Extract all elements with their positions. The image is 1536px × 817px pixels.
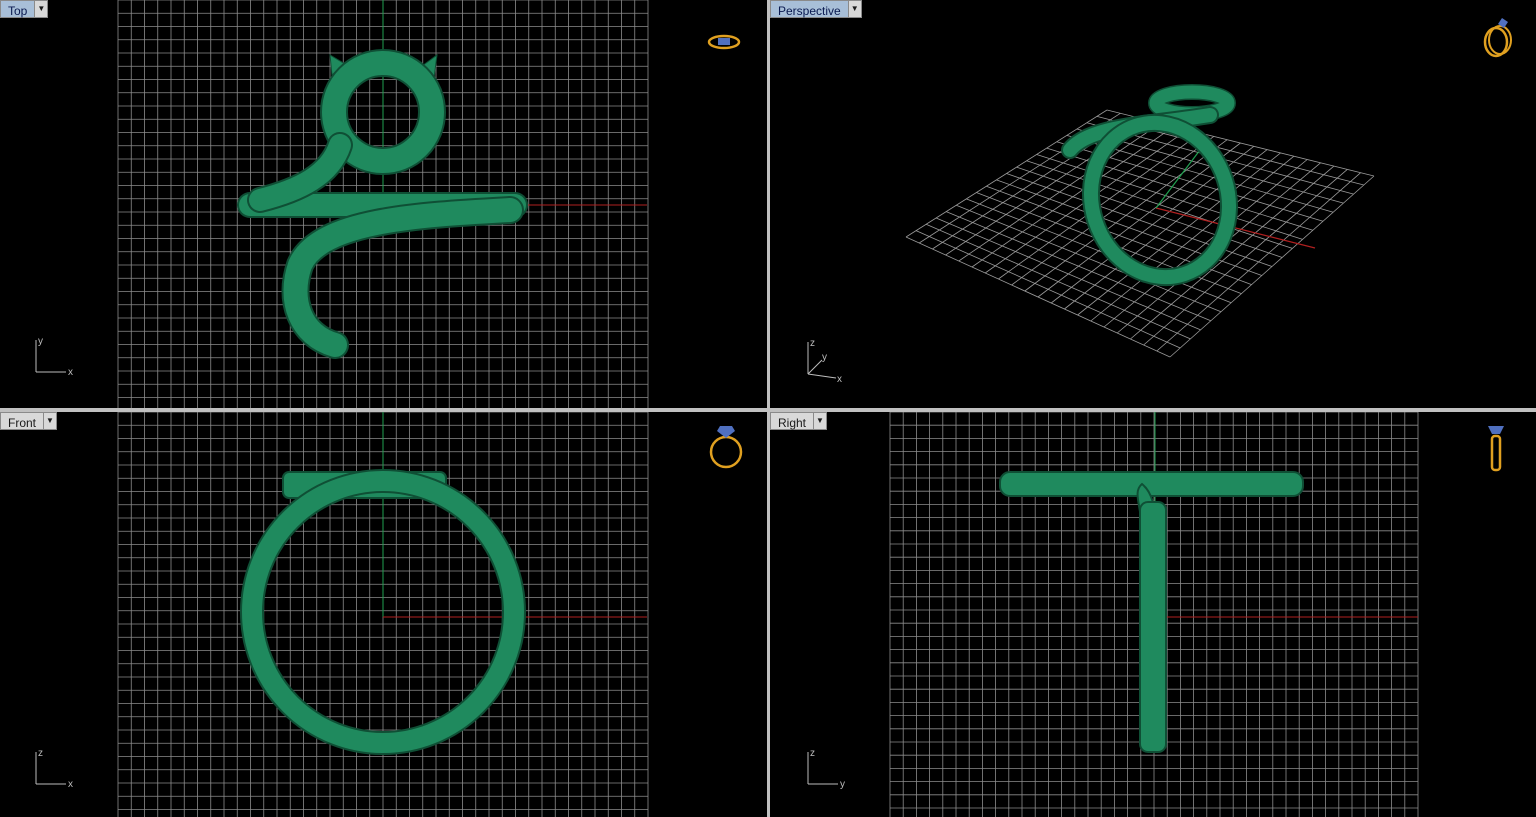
chevron-down-icon: ▼ bbox=[37, 4, 46, 13]
right-viewport-canvas[interactable] bbox=[770, 412, 1536, 817]
viewport-title-tab[interactable]: Front ▼ bbox=[0, 412, 58, 430]
chevron-down-icon: ▼ bbox=[46, 416, 54, 425]
axis-indicator: z x bbox=[32, 746, 82, 793]
front-viewport[interactable]: Front ▼ z x bbox=[0, 412, 767, 817]
viewport-title[interactable]: Front bbox=[0, 412, 45, 430]
perspective-viewport-canvas[interactable] bbox=[770, 0, 1536, 408]
axis-label-x: x bbox=[68, 779, 73, 790]
viewport-title[interactable]: Right bbox=[770, 412, 815, 430]
axis-label-y: y bbox=[38, 336, 43, 347]
axis-label-z: z bbox=[38, 748, 43, 759]
axis-label-y: y bbox=[822, 352, 827, 363]
ring-front-view-icon bbox=[709, 426, 743, 469]
axis-label-z: z bbox=[810, 338, 815, 349]
perspective-grid bbox=[905, 109, 1375, 358]
axis-label-z: z bbox=[810, 748, 815, 759]
viewport-title-tab[interactable]: Top ▼ bbox=[0, 0, 49, 18]
ring-top-view-icon bbox=[707, 34, 741, 50]
viewport-menu-dropdown[interactable]: ▼ bbox=[848, 0, 862, 18]
viewport-menu-dropdown[interactable]: ▼ bbox=[44, 412, 58, 430]
ring-model-side[interactable] bbox=[999, 471, 1304, 753]
ring-perspective-icon bbox=[1483, 18, 1512, 58]
axis-label-x: x bbox=[68, 367, 73, 378]
viewport-title[interactable]: Perspective bbox=[770, 0, 849, 18]
perspective-viewport[interactable]: Perspective ▼ z y x bbox=[770, 0, 1536, 408]
ring-side-view-icon bbox=[1488, 426, 1504, 472]
viewport-title[interactable]: Top bbox=[0, 0, 36, 18]
viewport-title-tab[interactable]: Perspective ▼ bbox=[770, 0, 862, 18]
chevron-down-icon: ▼ bbox=[850, 4, 859, 13]
front-viewport-canvas[interactable] bbox=[0, 412, 767, 817]
axis-indicator: z y bbox=[804, 746, 854, 793]
viewport-title-tab[interactable]: Right ▼ bbox=[770, 412, 828, 430]
axis-label-y: y bbox=[840, 779, 845, 790]
axis-indicator: z y x bbox=[804, 334, 854, 387]
axis-indicator: y x bbox=[32, 334, 82, 381]
chevron-down-icon: ▼ bbox=[816, 416, 824, 425]
top-viewport-canvas[interactable] bbox=[0, 0, 767, 408]
right-viewport[interactable]: Right ▼ z y bbox=[770, 412, 1536, 817]
viewport-menu-dropdown[interactable]: ▼ bbox=[814, 412, 828, 430]
top-viewport[interactable]: Top ▼ y x bbox=[0, 0, 767, 408]
viewport-menu-dropdown[interactable]: ▼ bbox=[35, 0, 49, 18]
axis-label-x: x bbox=[837, 374, 842, 384]
